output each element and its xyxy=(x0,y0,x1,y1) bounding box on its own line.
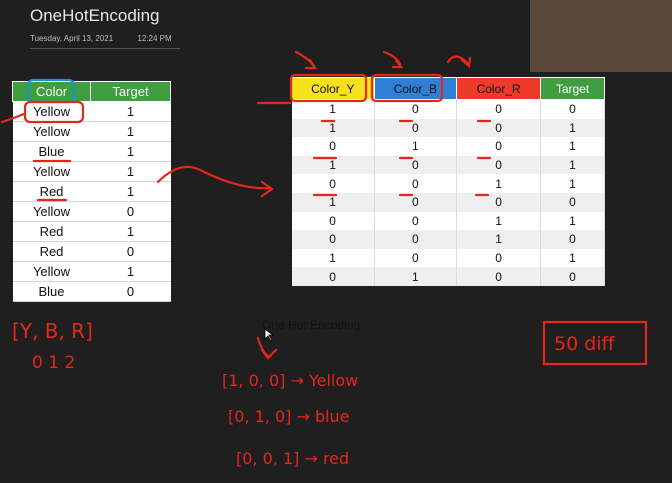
circle-color-b xyxy=(370,73,444,103)
arrow-between-tables xyxy=(156,165,272,190)
handwriting-layer: [Y, B, R] 0 1 2 [1, 0, 0] → Yellow [0, 1… xyxy=(0,50,648,468)
circle-color-y xyxy=(289,73,368,103)
circle-first-yellow xyxy=(23,100,85,124)
annot-enc-yellow: [1, 0, 0] → Yellow xyxy=(222,371,358,390)
annot-codes: 0 1 2 xyxy=(32,353,75,373)
annot-enc-blue: [0, 1, 0] → blue xyxy=(228,407,350,426)
annot-note: 50 diff xyxy=(554,333,616,355)
annot-enc-red: [0, 0, 1] → red xyxy=(236,449,349,468)
annot-categories: [Y, B, R] xyxy=(12,319,93,343)
circle-color-header xyxy=(26,78,76,104)
arrow-first-row xyxy=(0,112,26,124)
mouse-cursor-icon xyxy=(264,328,274,342)
